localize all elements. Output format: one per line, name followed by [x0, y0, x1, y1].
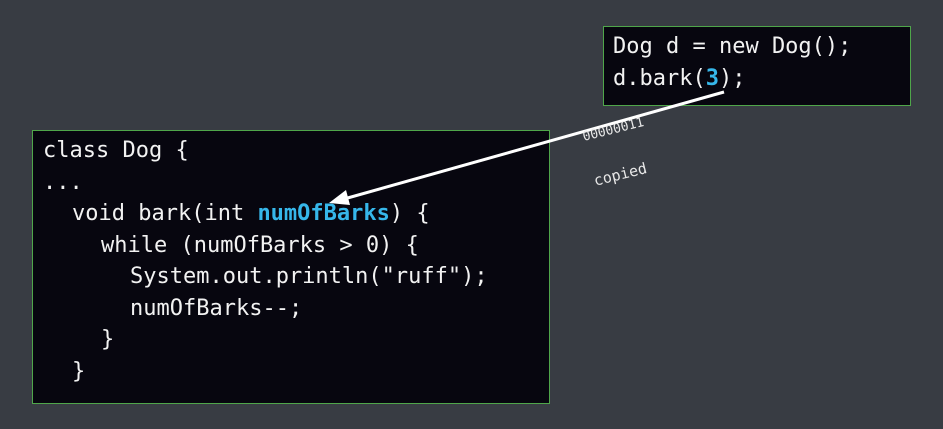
copy-arrow-line — [343, 90, 725, 201]
copy-arrow — [329, 90, 725, 205]
copy-arrow-head — [329, 190, 350, 205]
